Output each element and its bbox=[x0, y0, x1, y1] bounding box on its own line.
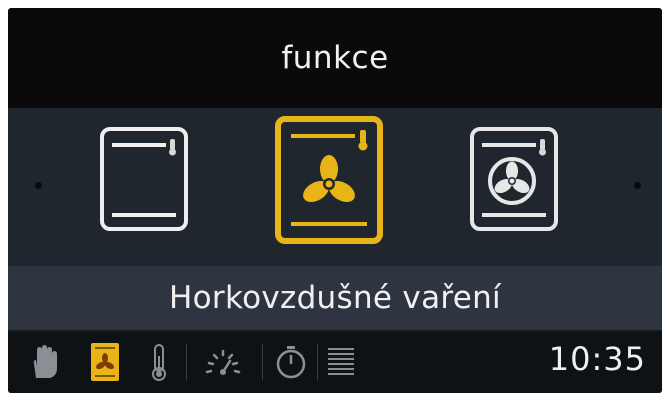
oven-display: funkce Horkovzdušné vaření 10:35 bbox=[8, 8, 662, 393]
bottom-toolbar: 10:35 bbox=[8, 332, 662, 393]
hot-air-fan-icon bbox=[291, 130, 368, 226]
function-mode-icon bbox=[91, 343, 119, 381]
mode-ring-fan[interactable] bbox=[470, 127, 558, 231]
selected-mode-label: Horkovzdušné vaření bbox=[8, 266, 662, 330]
power-gauge-icon[interactable] bbox=[201, 342, 245, 382]
toolbar-separator bbox=[186, 344, 187, 380]
mode-carousel[interactable] bbox=[8, 108, 662, 266]
carousel-left-indicator bbox=[35, 182, 42, 189]
top-bottom-heat-icon bbox=[112, 139, 176, 217]
mode-top-bottom-heat[interactable] bbox=[100, 127, 188, 231]
carousel-right-indicator bbox=[634, 182, 641, 189]
clock: 10:35 bbox=[548, 340, 646, 378]
mode-hot-air-selected[interactable] bbox=[275, 116, 383, 244]
screen-title: funkce bbox=[281, 40, 389, 76]
thermometer-icon[interactable] bbox=[149, 342, 169, 382]
function-mode-button[interactable] bbox=[90, 342, 120, 382]
toolbar-separator bbox=[262, 344, 263, 380]
hand-icon[interactable] bbox=[28, 342, 60, 382]
timer-icon[interactable] bbox=[273, 342, 309, 382]
toolbar-separator bbox=[317, 344, 318, 380]
menu-list-icon[interactable] bbox=[326, 342, 356, 382]
ring-fan-icon bbox=[482, 139, 546, 217]
